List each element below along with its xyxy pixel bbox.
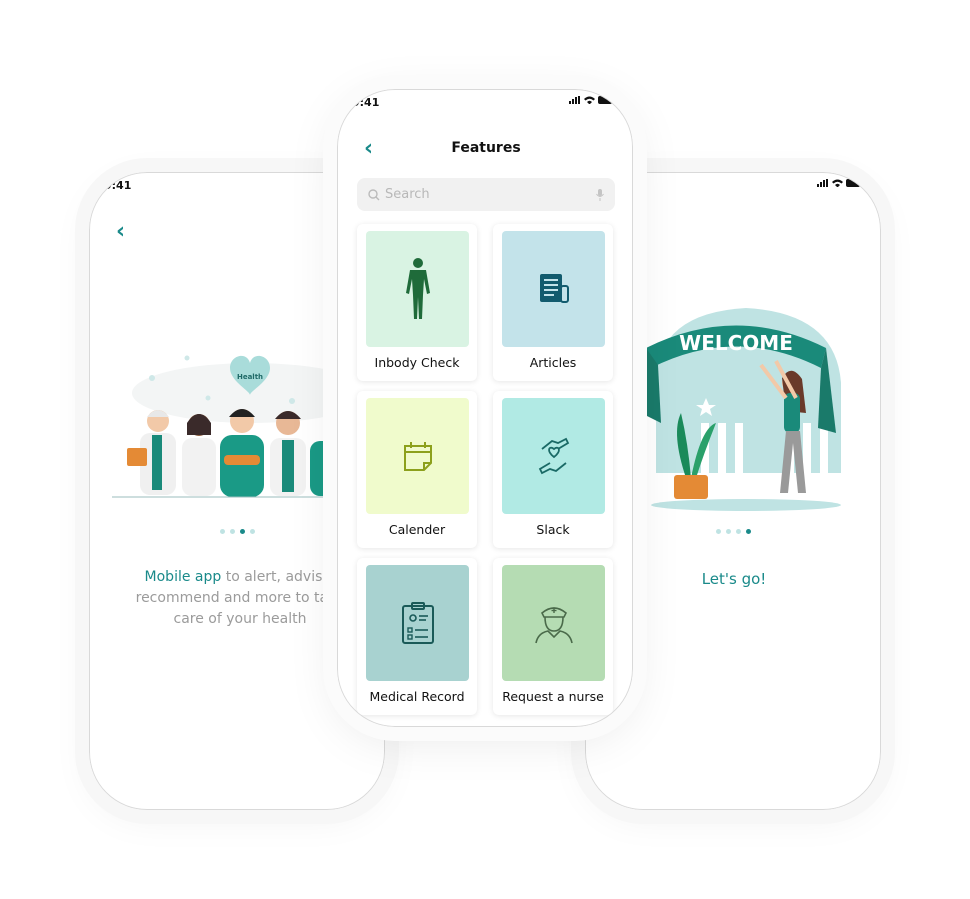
feature-card-calender[interactable]: Calender xyxy=(357,391,477,548)
welcome-banner-text: WELCOME xyxy=(679,331,793,355)
page-dot[interactable] xyxy=(726,529,731,534)
feature-label: Articles xyxy=(529,355,577,370)
page-dot[interactable] xyxy=(736,529,741,534)
onboarding-line-2: recommend and more to take xyxy=(135,590,345,606)
page-dot-active[interactable] xyxy=(240,529,245,534)
feature-label: Medical Record xyxy=(369,689,465,704)
feature-label: Calender xyxy=(388,522,446,537)
pagination-dots xyxy=(220,529,255,534)
feature-card-slack[interactable]: Slack xyxy=(493,391,613,548)
heart-hands-icon xyxy=(538,437,569,475)
feature-card-articles[interactable]: Articles xyxy=(493,224,613,381)
health-badge-text: Health xyxy=(237,373,263,381)
feature-card-medical-record[interactable]: Medical Record xyxy=(357,558,477,715)
back-chevron-icon[interactable]: ‹ xyxy=(116,221,125,243)
onboarding-highlight: Mobile app xyxy=(144,569,222,585)
page-dot[interactable] xyxy=(716,529,721,534)
features-grid: Inbody Check Articles Calender Slack Med… xyxy=(357,224,613,715)
search-input[interactable] xyxy=(381,186,595,203)
page-dot[interactable] xyxy=(220,529,225,534)
feature-label: Request a nurse xyxy=(502,689,604,704)
feature-card-request-a-nurse[interactable]: Request a nurse xyxy=(493,558,613,715)
feature-card-image xyxy=(366,231,469,347)
page-dot-active[interactable] xyxy=(746,529,751,534)
nurse-icon xyxy=(534,607,573,644)
features-phone: 9:41 ‹ Features Search Inbody Check Arti… xyxy=(337,89,633,727)
feature-card-image xyxy=(366,398,469,514)
onboarding-line-1: to alert, advise, xyxy=(221,569,336,585)
calendar-icon xyxy=(403,442,432,471)
status-icons xyxy=(569,96,614,104)
feature-label: Inbody Check xyxy=(374,355,460,370)
body-icon xyxy=(405,258,430,319)
wifi-icon xyxy=(832,179,843,187)
feature-card-image xyxy=(502,231,605,347)
signal-icon xyxy=(817,179,828,187)
status-time: 9:41 xyxy=(352,96,380,109)
status-icons xyxy=(817,179,862,187)
page-dot[interactable] xyxy=(230,529,235,534)
feature-card-image xyxy=(502,398,605,514)
status-time: 9:41 xyxy=(104,179,132,192)
microphone-icon[interactable] xyxy=(595,188,605,202)
page-title: Features xyxy=(451,140,521,156)
feature-card-inbody-check[interactable]: Inbody Check xyxy=(357,224,477,381)
feature-card-image xyxy=(366,565,469,681)
onboarding-line-3: care of your health xyxy=(173,611,307,627)
search-icon xyxy=(368,188,380,200)
clipboard-icon xyxy=(401,602,434,644)
battery-icon xyxy=(846,179,862,187)
feature-card-image xyxy=(502,565,605,681)
battery-icon xyxy=(598,96,614,104)
page-dot[interactable] xyxy=(250,529,255,534)
onboarding-description: Mobile app to alert, advise, recommend a… xyxy=(120,567,360,630)
wifi-icon xyxy=(584,96,595,104)
search-bar xyxy=(357,178,615,211)
feature-label: Slack xyxy=(536,522,570,537)
pagination-dots xyxy=(716,529,751,534)
welcome-illustration: WELCOME xyxy=(646,308,841,511)
document-icon xyxy=(539,274,569,303)
signal-icon xyxy=(569,96,580,104)
